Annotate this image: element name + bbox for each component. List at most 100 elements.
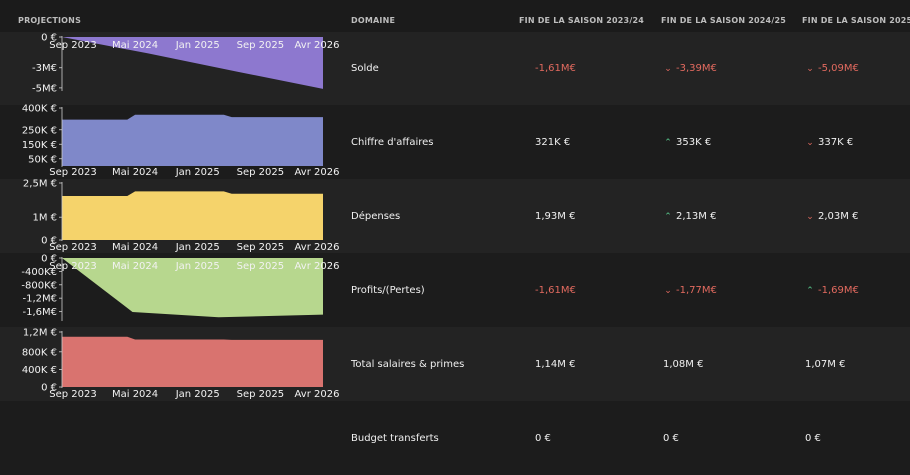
x-tick-label: Jan 2025 xyxy=(175,389,220,400)
trend-down-icon: ⌄ xyxy=(664,286,672,296)
x-tick-label: Mai 2024 xyxy=(112,40,158,51)
projection-chart-3: 2,5M €1M €0 €Sep 2023 Mai 2024 Jan 2025 Sep… xyxy=(23,179,340,254)
projection-chart-2: 400K € 250K € 150K € 50K € Sep 2023 Mai 2024 J… xyxy=(22,104,340,179)
x-tick-label: Sep 2025 xyxy=(237,242,284,253)
x-tick-label: Mai 2024 xyxy=(112,167,158,178)
finance-projections-panel: PROJECTIONS DOMAINE FIN DE LA SAISON 202… xyxy=(0,0,910,475)
y-tick-label: -3M€ xyxy=(32,63,57,74)
value-2023-24-text: 1,93M € xyxy=(535,211,576,222)
value-2023-24-text: 0 € xyxy=(535,433,551,444)
x-tick-label: Avr 2026 xyxy=(295,167,340,178)
x-tick-label: Sep 2025 xyxy=(237,40,284,51)
value-2024-25: ⌄ -3,39M€ xyxy=(663,63,717,74)
trend-up-icon: ⌃ xyxy=(664,138,672,148)
projection-chart-4: 0 €-400K€-800K€-1,2M€-1,6M€Sep 2023 Mai 2… xyxy=(21,254,340,321)
x-tick-label: Avr 2026 xyxy=(295,261,340,272)
y-tick-label: -800K€ xyxy=(21,280,57,291)
projection-charts: 0 €-3M€-5M€Sep 2023 Mai 2024 Jan 2025 Sep 2… xyxy=(21,33,340,401)
value-2023-24-text: 321K € xyxy=(535,137,571,148)
x-tick-label: Sep 2023 xyxy=(49,242,96,253)
x-tick-label: Sep 2025 xyxy=(237,167,284,178)
value-2025-26: ⌄ 2,03M € xyxy=(805,211,858,222)
x-tick-label: Sep 2023 xyxy=(49,389,96,400)
area-series xyxy=(62,336,323,387)
y-tick-label: -1,6M€ xyxy=(22,307,57,318)
trend-down-icon: ⌄ xyxy=(664,64,672,74)
projection-chart-5: 1,2M €800K €400K €0 €Sep 2023 Mai 2024 Jan… xyxy=(22,328,340,401)
value-2024-25: ⌃ 2,13M € xyxy=(663,211,716,222)
x-tick-label: Sep 2023 xyxy=(49,261,96,272)
value-2025-26: ⌄ -5,09M€ xyxy=(805,63,859,74)
row-label-text: Chiffre d'affaires xyxy=(351,137,434,148)
row-label: Budget transferts xyxy=(351,433,439,444)
value-2024-25-text: 0 € xyxy=(663,433,679,444)
value-2024-25-text: -1,77M€ xyxy=(676,285,717,296)
trend-up-icon: ⌃ xyxy=(806,286,814,296)
value-2023-24: 0 € xyxy=(535,433,551,444)
y-tick-label: 50K € xyxy=(28,154,57,165)
value-2023-24: 1,93M € xyxy=(535,211,575,222)
y-tick-label: 1,2M € xyxy=(23,328,57,339)
value-2025-26: ⌄ 337K € xyxy=(805,137,853,148)
row-label-text: Total salaires & primes xyxy=(351,359,465,370)
value-2025-26-text: 0 € xyxy=(805,433,821,444)
row-label-text: Dépenses xyxy=(351,211,401,222)
row-label: Chiffre d'affaires xyxy=(351,137,434,148)
header-domaine[interactable]: DOMAINE xyxy=(351,16,395,25)
x-tick-label: Avr 2026 xyxy=(295,389,340,400)
value-2023-24: -1,61M€ xyxy=(535,63,576,74)
area-series xyxy=(62,191,323,240)
row-label: Dépenses xyxy=(351,211,400,222)
x-tick-label: Mai 2024 xyxy=(112,261,158,272)
value-2024-25: 1,08M € xyxy=(663,359,703,370)
row-label-text: Budget transferts xyxy=(351,433,439,444)
y-tick-label: -1,2M€ xyxy=(22,294,57,305)
trend-down-icon: ⌄ xyxy=(806,212,814,222)
y-tick-label: 400K € xyxy=(22,104,57,115)
x-tick-label: Jan 2025 xyxy=(175,242,220,253)
y-tick-label: 2,5M € xyxy=(23,179,57,190)
y-tick-label: -5M€ xyxy=(32,83,57,94)
row-label-text: Profits/(Pertes) xyxy=(351,285,425,296)
value-2024-25: ⌃ 353K € xyxy=(663,137,711,148)
value-2024-25-text: 2,13M € xyxy=(676,211,717,222)
y-tick-label: 1M € xyxy=(32,213,57,224)
x-tick-label: Avr 2026 xyxy=(295,242,340,253)
value-2024-25: 0 € xyxy=(663,433,679,444)
header-season-2024-25[interactable]: FIN DE LA SAISON 2024/25 xyxy=(661,16,786,25)
header-season-2023-24[interactable]: FIN DE LA SAISON 2023/24 xyxy=(519,16,644,25)
x-tick-label: Mai 2024 xyxy=(112,389,158,400)
value-2025-26: 0 € xyxy=(805,433,821,444)
area-series xyxy=(62,114,323,166)
value-2024-25-text: 353K € xyxy=(676,137,712,148)
x-tick-label: Jan 2025 xyxy=(175,167,220,178)
value-2024-25-text: -3,39M€ xyxy=(676,63,717,74)
value-2025-26-text: -5,09M€ xyxy=(818,63,859,74)
value-2023-24: 1,14M € xyxy=(535,359,575,370)
x-tick-label: Sep 2023 xyxy=(49,40,96,51)
value-2023-24: 321K € xyxy=(535,137,570,148)
row-label: Total salaires & primes xyxy=(351,359,464,370)
x-tick-label: Jan 2025 xyxy=(175,261,220,272)
y-tick-label: 800K € xyxy=(22,347,57,358)
x-tick-label: Sep 2025 xyxy=(237,261,284,272)
y-tick-label: 250K € xyxy=(22,125,57,136)
projection-chart-1: 0 €-3M€-5M€Sep 2023 Mai 2024 Jan 2025 Sep 2… xyxy=(32,33,339,95)
x-tick-label: Sep 2023 xyxy=(49,167,96,178)
y-tick-label: 150K € xyxy=(22,140,57,151)
row-label: Profits/(Pertes) xyxy=(351,285,425,296)
row-label-text: Solde xyxy=(351,63,379,74)
x-tick-label: Mai 2024 xyxy=(112,242,158,253)
table-row[interactable]: Budget transferts 0 € 0 € 0 € xyxy=(0,401,910,475)
value-2023-24-text: -1,61M€ xyxy=(535,285,576,296)
value-2025-26: 1,07M € xyxy=(805,359,845,370)
header-season-2025-26[interactable]: FIN DE LA SAISON 2025/26 xyxy=(802,16,910,25)
value-2023-24-text: 1,14M € xyxy=(535,359,576,370)
value-2024-25-text: 1,08M € xyxy=(663,359,704,370)
x-tick-label: Avr 2026 xyxy=(295,40,340,51)
y-tick-label: 400K € xyxy=(22,365,57,376)
x-tick-label: Sep 2025 xyxy=(237,389,284,400)
value-2025-26-text: 2,03M € xyxy=(818,211,859,222)
x-tick-label: Jan 2025 xyxy=(175,40,220,51)
trend-up-icon: ⌃ xyxy=(664,212,672,222)
